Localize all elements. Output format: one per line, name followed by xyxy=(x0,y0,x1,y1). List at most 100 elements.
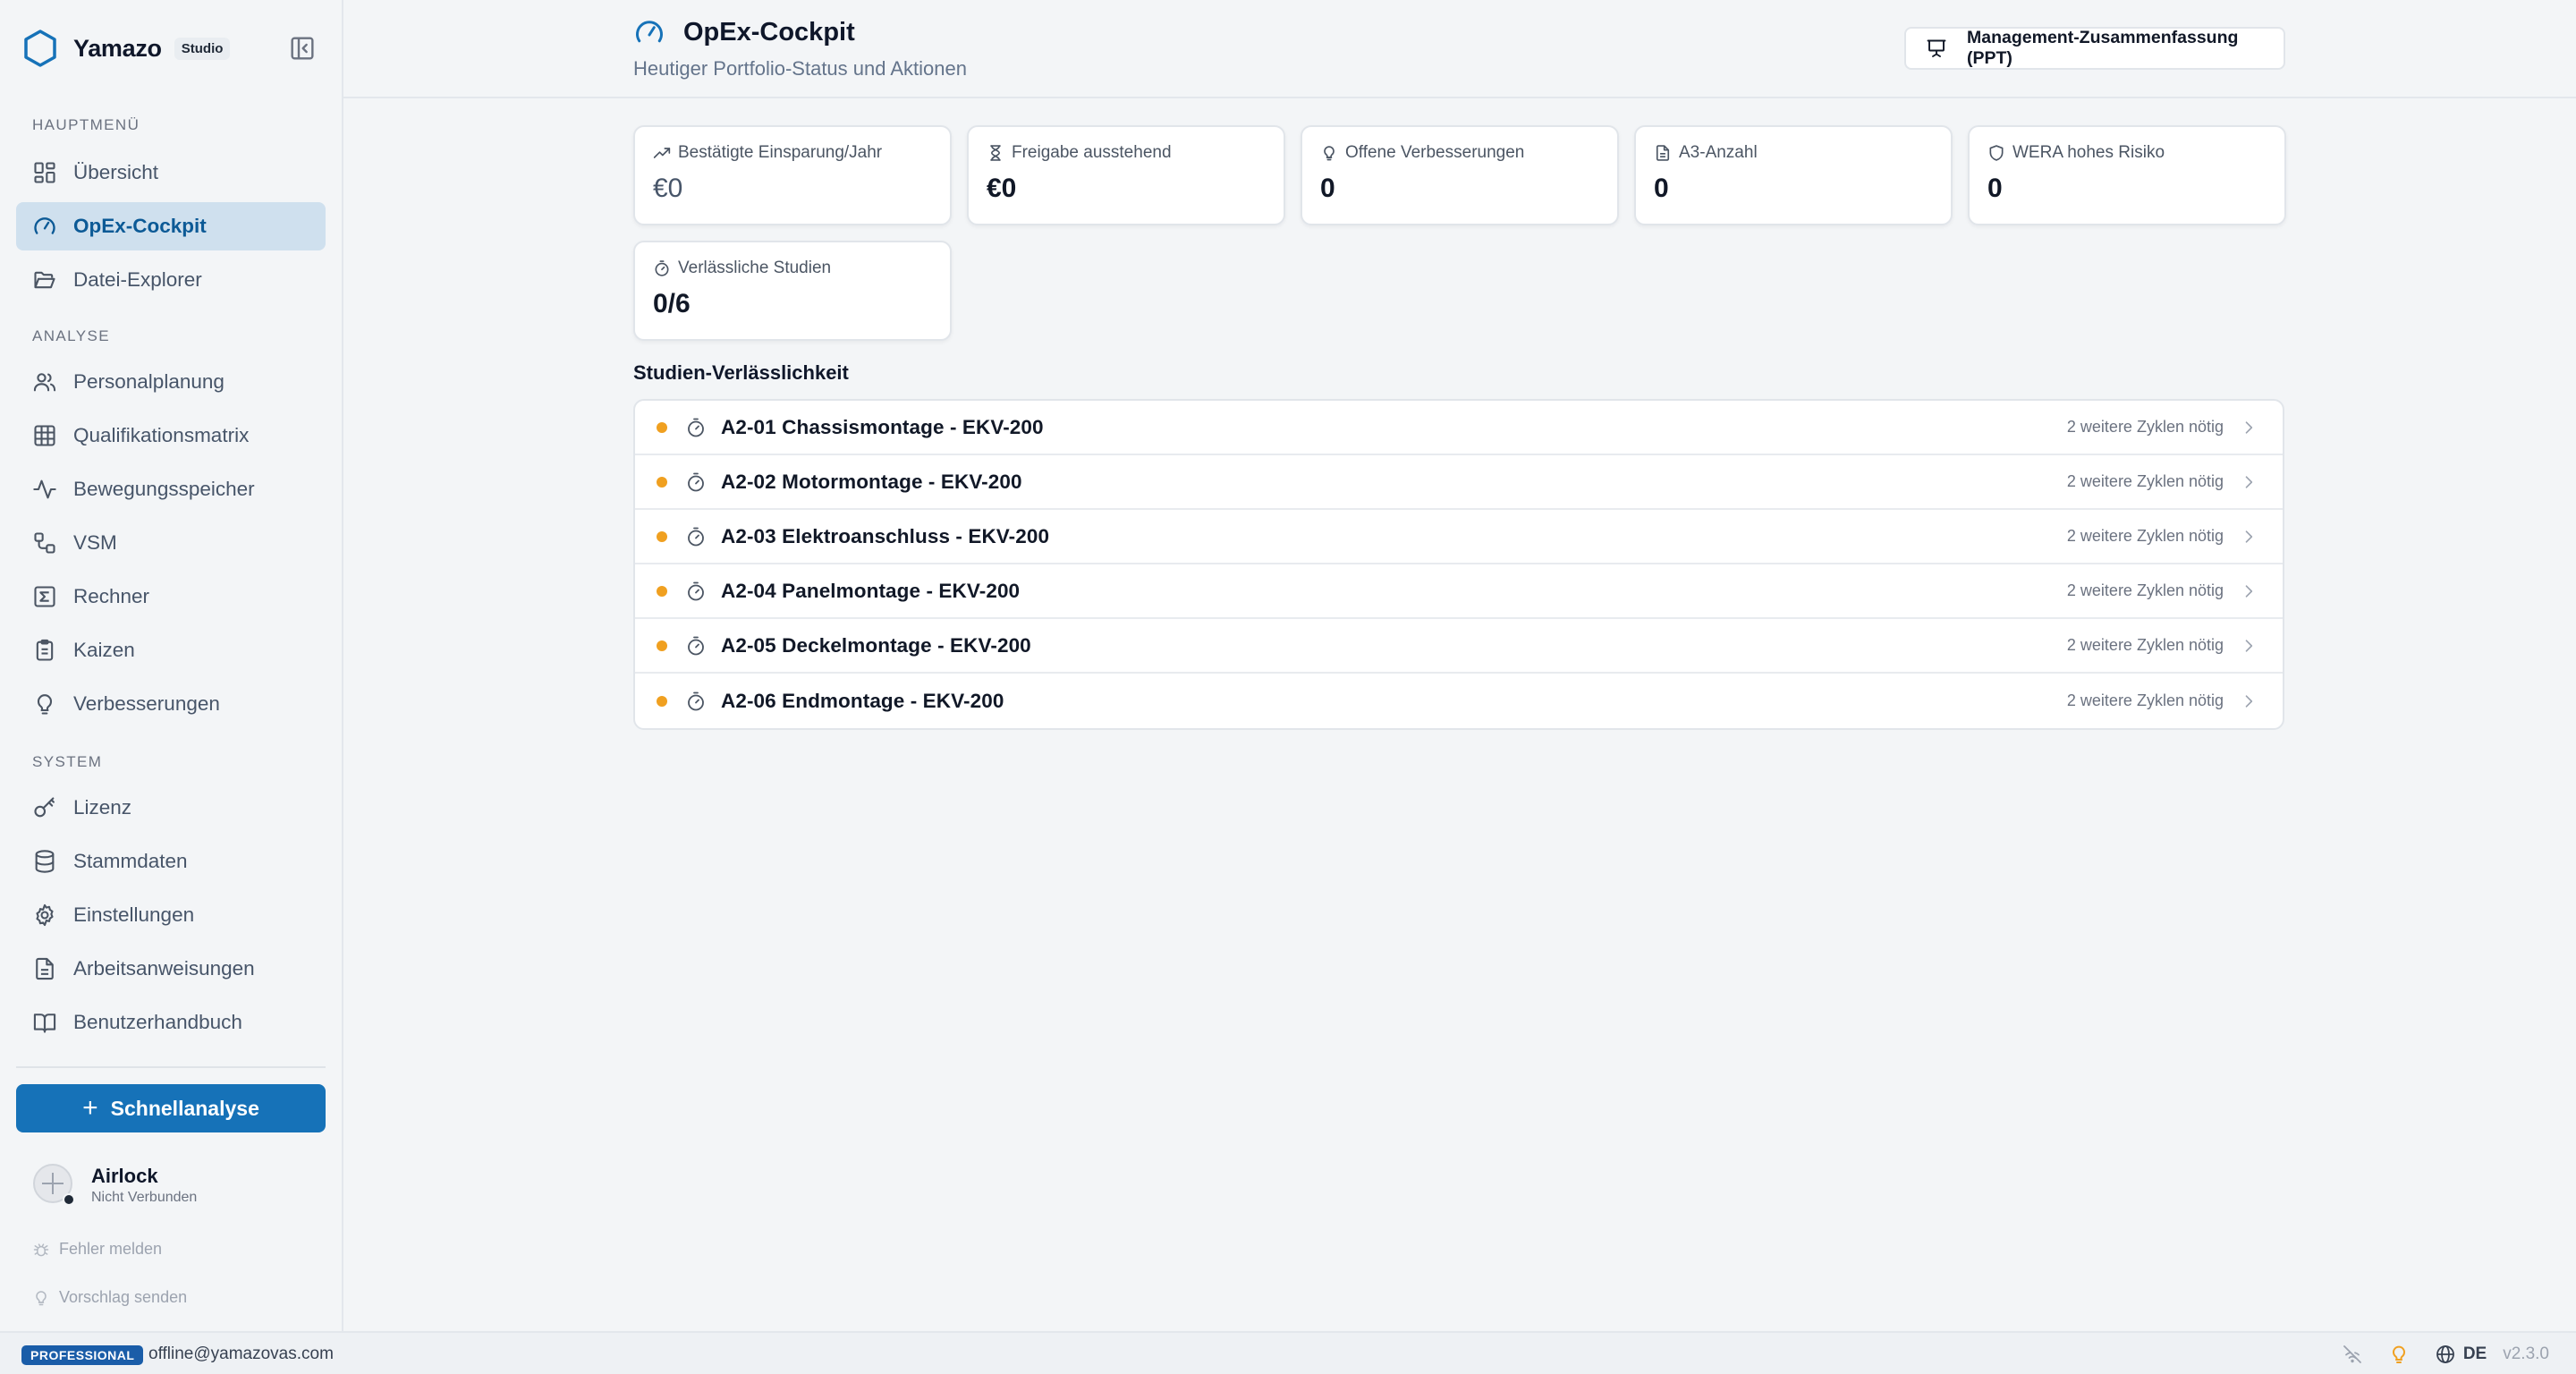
section-label-main: HAUPTMENÜ xyxy=(32,116,140,133)
quick-analysis-button[interactable]: + Schnellanalyse xyxy=(16,1084,326,1132)
sidebar-item-label: VSM xyxy=(73,531,117,554)
status-bar-right: DE v2.3.0 xyxy=(2317,1342,2549,1367)
kpi-label-text: Freigabe ausstehend xyxy=(1012,143,1172,162)
kpi-card-reliable-studies[interactable]: Verlässliche Studien 0/6 xyxy=(633,241,952,341)
study-row[interactable]: A2-05 Deckelmontage - EKV-200 2 weitere … xyxy=(635,619,2283,674)
sidebar-item-arbeitsanweisungen[interactable]: Arbeitsanweisungen xyxy=(16,945,326,993)
chevron-right-icon xyxy=(2240,637,2258,655)
workflow-icon xyxy=(32,530,57,556)
connection-dot xyxy=(63,1193,75,1206)
kpi-label: A3-Anzahl xyxy=(1654,143,1758,163)
kpi-label-text: A3-Anzahl xyxy=(1679,143,1758,162)
study-row[interactable]: A2-06 Endmontage - EKV-200 2 weitere Zyk… xyxy=(635,674,2283,728)
presentation-icon xyxy=(1926,38,1947,59)
page-subtitle: Heutiger Portfolio-Status und Aktionen xyxy=(633,57,968,80)
wifi-off-icon[interactable] xyxy=(2342,1344,2363,1365)
management-summary-ppt-button[interactable]: Management-Zusammenfassung (PPT) xyxy=(1904,27,2285,70)
sidebar-item-overview[interactable]: Übersicht xyxy=(16,148,326,197)
hexagon-logo-icon xyxy=(23,29,57,68)
report-bug-label: Fehler melden xyxy=(59,1240,163,1258)
sidebar-item-kaizen[interactable]: Kaizen xyxy=(16,626,326,674)
timer-icon xyxy=(685,691,707,712)
sidebar-item-label: Qualifikationsmatrix xyxy=(73,424,250,446)
page-header: OpEx-Cockpit Heutiger Portfolio-Status u… xyxy=(343,0,2576,98)
sidebar-item-stammdaten[interactable]: Stammdaten xyxy=(16,837,326,886)
study-row[interactable]: A2-01 Chassismontage - EKV-200 2 weitere… xyxy=(635,401,2283,455)
lightbulb-icon[interactable] xyxy=(2388,1344,2410,1365)
kpi-card-pending-approval[interactable]: Freigabe ausstehend €0 xyxy=(967,125,1285,225)
lightbulb-icon xyxy=(32,1289,50,1307)
trending-up-icon xyxy=(653,144,671,162)
book-open-icon xyxy=(32,1010,57,1035)
sidebar-item-label: Übersicht xyxy=(73,161,159,183)
study-note: 2 weitere Zyklen nötig xyxy=(2066,636,2224,654)
kpi-label-text: Offene Verbesserungen xyxy=(1345,143,1525,162)
brand-name: Yamazo xyxy=(73,34,162,62)
sidebar-item-label: Personalplanung xyxy=(73,370,225,393)
language-selector[interactable]: DE xyxy=(2463,1344,2487,1364)
sidebar-item-lizenz[interactable]: Lizenz xyxy=(16,784,326,832)
plan-badge: PROFESSIONAL xyxy=(21,1345,144,1365)
send-suggestion-label: Vorschlag senden xyxy=(59,1288,188,1306)
sidebar-item-personalplanung[interactable]: Personalplanung xyxy=(16,358,326,406)
grid-icon xyxy=(32,423,57,448)
status-dot xyxy=(657,585,667,597)
kpi-value: €0 xyxy=(653,174,683,203)
management-summary-label: Management-Zusammenfassung (PPT) xyxy=(1967,28,2239,68)
timer-icon xyxy=(685,471,707,493)
gauge-icon xyxy=(633,16,665,48)
kpi-card-savings[interactable]: Bestätigte Einsparung/Jahr €0 xyxy=(633,125,952,225)
kpi-label: Freigabe ausstehend xyxy=(987,143,1172,163)
sidebar-item-label: Arbeitsanweisungen xyxy=(73,957,255,980)
database-icon xyxy=(32,849,57,874)
report-bug-link[interactable]: Fehler melden xyxy=(32,1240,162,1259)
chevron-right-icon xyxy=(2240,528,2258,546)
sidebar-item-label: Kaizen xyxy=(73,639,135,661)
account-email: offline@yamazovas.com xyxy=(148,1344,334,1363)
kpi-value: 0/6 xyxy=(653,289,691,318)
brand[interactable]: Yamazo Studio xyxy=(23,29,318,68)
key-icon xyxy=(32,795,57,820)
kpi-label: Verlässliche Studien xyxy=(653,259,831,278)
studies-list: A2-01 Chassismontage - EKV-200 2 weitere… xyxy=(633,399,2284,730)
shield-icon xyxy=(1987,144,2005,162)
sidebar-item-opex-cockpit[interactable]: OpEx-Cockpit xyxy=(16,202,326,250)
studies-section-title: Studien-Verlässlichkeit xyxy=(633,361,849,384)
sidebar: Yamazo Studio HAUPTMENÜ Übersicht OpEx-C… xyxy=(0,0,343,1331)
kpi-value: 0 xyxy=(1654,174,1669,203)
dashboard-grid-icon xyxy=(32,160,57,185)
status-dot xyxy=(657,695,667,707)
sidebar-collapse-icon[interactable] xyxy=(288,34,317,63)
sidebar-item-verbesserungen[interactable]: Verbesserungen xyxy=(16,680,326,728)
kpi-card-open-improvements[interactable]: Offene Verbesserungen 0 xyxy=(1301,125,1619,225)
study-name: A2-02 Motormontage - EKV-200 xyxy=(721,470,1022,493)
sigma-icon xyxy=(32,584,57,609)
sidebar-item-label: Rechner xyxy=(73,585,150,607)
sidebar-item-rechner[interactable]: Rechner xyxy=(16,572,326,621)
sidebar-item-qualifikationsmatrix[interactable]: Qualifikationsmatrix xyxy=(16,411,326,460)
status-dot xyxy=(657,530,667,542)
sidebar-item-bewegungsspeicher[interactable]: Bewegungsspeicher xyxy=(16,465,326,513)
status-dot xyxy=(657,476,667,488)
kpi-card-a3-count[interactable]: A3-Anzahl 0 xyxy=(1634,125,1953,225)
sidebar-item-vsm[interactable]: VSM xyxy=(16,519,326,567)
status-bar: PROFESSIONAL offline@yamazovas.com DE v2… xyxy=(0,1331,2576,1374)
study-note: 2 weitere Zyklen nötig xyxy=(2066,472,2224,490)
kpi-card-wera-high-risk[interactable]: WERA hohes Risiko 0 xyxy=(1968,125,2286,225)
sidebar-item-einstellungen[interactable]: Einstellungen xyxy=(16,891,326,939)
lightbulb-icon xyxy=(1320,144,1338,162)
study-row[interactable]: A2-03 Elektroanschluss - EKV-200 2 weite… xyxy=(635,510,2283,564)
bug-icon xyxy=(32,1241,50,1259)
study-name: A2-03 Elektroanschluss - EKV-200 xyxy=(721,524,1050,547)
send-suggestion-link[interactable]: Vorschlag senden xyxy=(32,1288,187,1307)
kpi-label: Offene Verbesserungen xyxy=(1320,143,1524,163)
sidebar-item-label: Einstellungen xyxy=(73,903,195,926)
sidebar-item-label: OpEx-Cockpit xyxy=(73,215,207,237)
globe-icon[interactable] xyxy=(2435,1344,2456,1365)
airlock-status[interactable]: Airlock Nicht Verbunden xyxy=(32,1161,318,1211)
study-row[interactable]: A2-02 Motormontage - EKV-200 2 weitere Z… xyxy=(635,455,2283,510)
file-text-icon xyxy=(1654,144,1672,162)
sidebar-item-benutzerhandbuch[interactable]: Benutzerhandbuch xyxy=(16,998,326,1047)
sidebar-item-file-explorer[interactable]: Datei-Explorer xyxy=(16,256,326,304)
study-row[interactable]: A2-04 Panelmontage - EKV-200 2 weitere Z… xyxy=(635,564,2283,619)
